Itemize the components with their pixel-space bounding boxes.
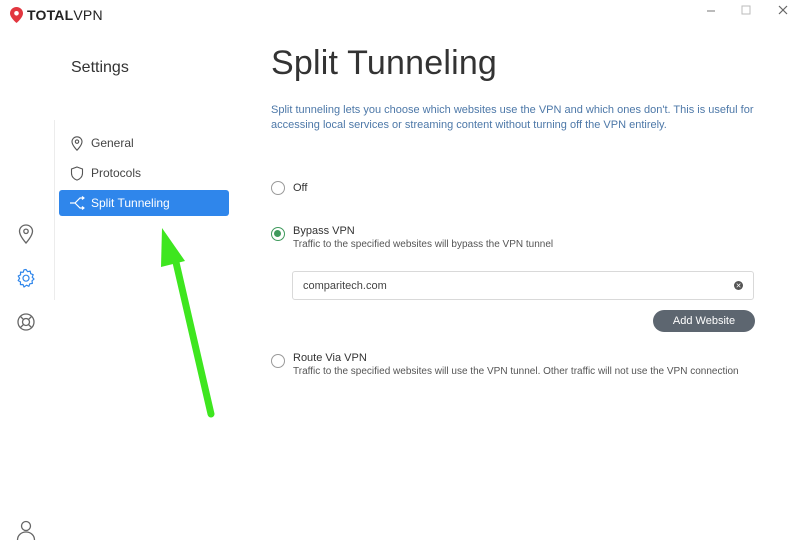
annotation-arrow <box>161 228 215 418</box>
